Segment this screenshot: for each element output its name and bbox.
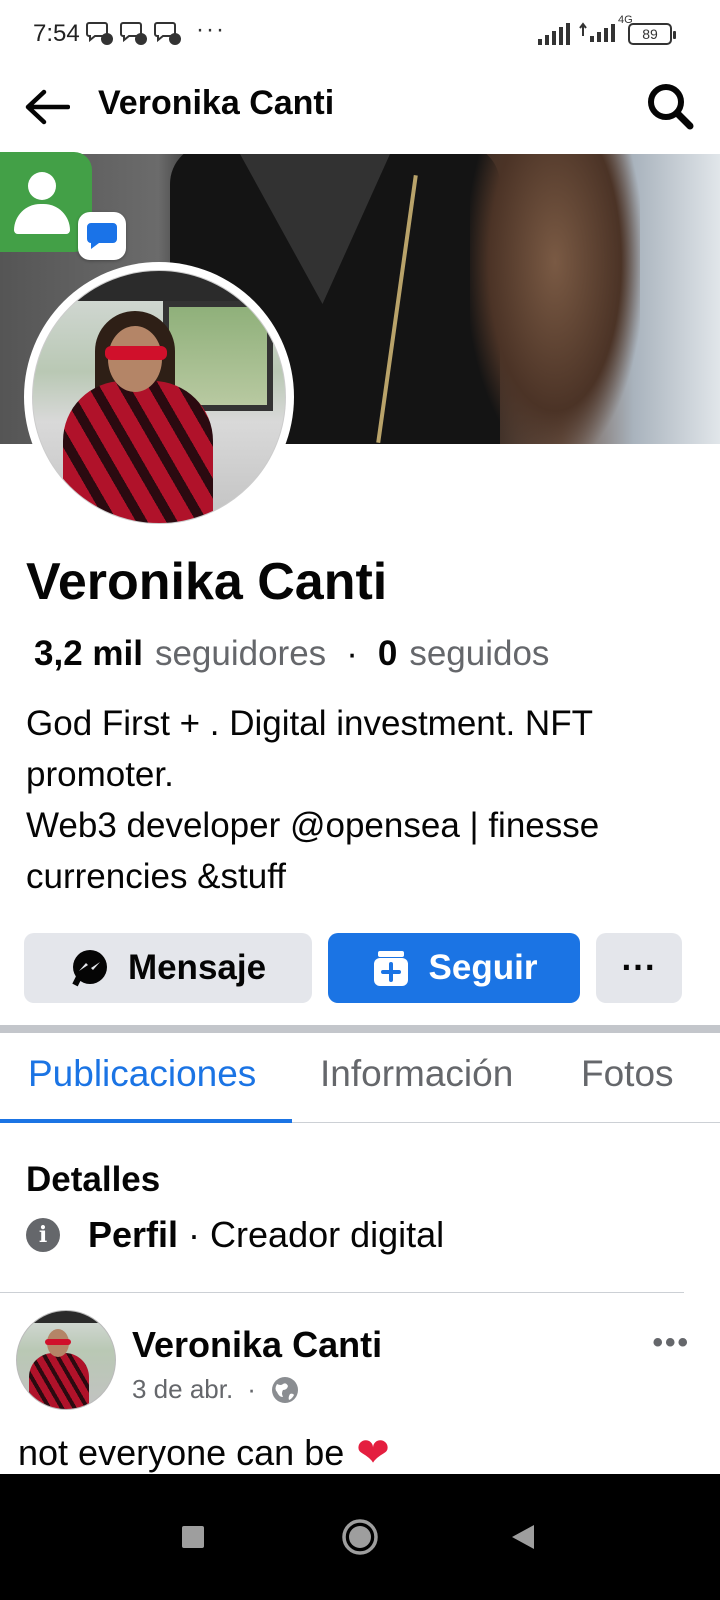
- more-options-label: ···: [621, 948, 657, 987]
- bio-line: God First + . Digital investment. NFT: [26, 704, 593, 743]
- post-meta-separator: ·: [247, 1374, 256, 1404]
- follow-button-label: Seguir: [428, 948, 538, 987]
- message-button-label: Mensaje: [127, 948, 267, 987]
- following-count[interactable]: 0: [378, 634, 397, 674]
- signal-4g: 4G: [578, 14, 633, 47]
- battery-level: 89: [642, 25, 658, 42]
- tab-photos[interactable]: Fotos: [581, 1053, 674, 1095]
- message-bubble-icon: [87, 223, 117, 249]
- info-icon: i: [26, 1218, 60, 1252]
- profile-tabs: Publicaciones Información Fotos: [0, 1033, 720, 1123]
- followers-label[interactable]: seguidores: [155, 634, 326, 674]
- post-options-button[interactable]: •••: [652, 1326, 690, 1360]
- details-profile-label: Perfil: [88, 1214, 179, 1255]
- profile-photo: [32, 270, 286, 524]
- post-text-content: not everyone can be: [18, 1432, 345, 1473]
- tab-info[interactable]: Información: [320, 1053, 513, 1095]
- section-divider: [0, 1025, 720, 1033]
- details-profile-row: i Perfil · Creador digital: [26, 1214, 444, 1256]
- heart-emoji-icon: ❤: [356, 1431, 390, 1475]
- profile-name: Veronika Canti: [26, 553, 388, 611]
- more-notifications-icon: ···: [196, 16, 226, 43]
- post-author-avatar[interactable]: [16, 1310, 116, 1410]
- details-profile-value: · Creador digital: [188, 1214, 445, 1255]
- chat-notification-icon: [120, 22, 147, 45]
- triangle-back-icon: [512, 1525, 534, 1549]
- circle-icon: [342, 1519, 378, 1555]
- search-icon: [648, 84, 694, 130]
- follow-icon: [371, 948, 411, 988]
- more-options-button[interactable]: ···: [596, 933, 682, 1003]
- bio-line: currencies &stuff: [26, 857, 287, 896]
- home-button[interactable]: [325, 1502, 395, 1572]
- avatar-dress: [29, 1353, 89, 1409]
- bio-line: Web3 developer @opensea | finesse: [26, 806, 600, 845]
- back-button[interactable]: [22, 82, 72, 132]
- contact-person-icon: [28, 172, 56, 200]
- active-tab-indicator: [0, 1119, 292, 1123]
- profile-stats: 3,2 mil seguidores · 0 seguidos: [34, 634, 549, 674]
- chat-notification-icon: [86, 22, 113, 45]
- square-icon: [182, 1526, 204, 1548]
- post-date[interactable]: 3 de abr.: [132, 1374, 233, 1405]
- stats-separator: ·: [346, 634, 358, 673]
- messages-badge: [78, 212, 126, 260]
- recent-apps-button[interactable]: [158, 1502, 228, 1572]
- followers-count[interactable]: 3,2 mil: [34, 634, 143, 674]
- status-indicators: 4G 89: [538, 14, 676, 47]
- tab-posts[interactable]: Publicaciones: [28, 1053, 256, 1095]
- bio-line: promoter.: [26, 755, 174, 794]
- status-notifications: [86, 20, 182, 46]
- arrow-left-icon: [25, 89, 70, 125]
- signal-icon: [538, 22, 570, 45]
- photo-sunglasses: [105, 346, 167, 360]
- status-bar: 7:54 ··· 4G 89: [0, 0, 720, 70]
- details-heading: Detalles: [26, 1160, 161, 1199]
- photo-dress: [63, 381, 213, 523]
- chat-notification-icon: [154, 22, 181, 45]
- search-button[interactable]: [642, 78, 698, 134]
- contact-person-body: [14, 204, 70, 234]
- following-label[interactable]: seguidos: [409, 634, 549, 674]
- cover-photo-hair: [470, 154, 640, 444]
- details-divider: [0, 1292, 684, 1293]
- profile-bio: God First + . Digital investment. NFT pr…: [26, 698, 686, 902]
- post-meta: 3 de abr. ·: [132, 1374, 300, 1405]
- page-title: Veronika Canti: [98, 84, 335, 122]
- system-navigation-bar: [0, 1474, 720, 1600]
- follow-button[interactable]: Seguir: [328, 933, 580, 1003]
- message-button[interactable]: Mensaje: [24, 933, 312, 1003]
- post-author-name[interactable]: Veronika Canti: [132, 1324, 382, 1366]
- profile-avatar[interactable]: [24, 262, 294, 532]
- signal-4g-icon: [579, 22, 615, 42]
- battery-indicator: 89: [628, 22, 676, 45]
- post-text: not everyone can be ❤: [18, 1430, 390, 1476]
- messenger-icon: [70, 948, 110, 988]
- top-app-bar: Veronika Canti: [0, 70, 720, 154]
- globe-icon: [271, 1376, 298, 1403]
- status-time: 7:54: [33, 20, 80, 47]
- back-nav-button[interactable]: [488, 1502, 558, 1572]
- avatar-sunglasses: [45, 1339, 71, 1345]
